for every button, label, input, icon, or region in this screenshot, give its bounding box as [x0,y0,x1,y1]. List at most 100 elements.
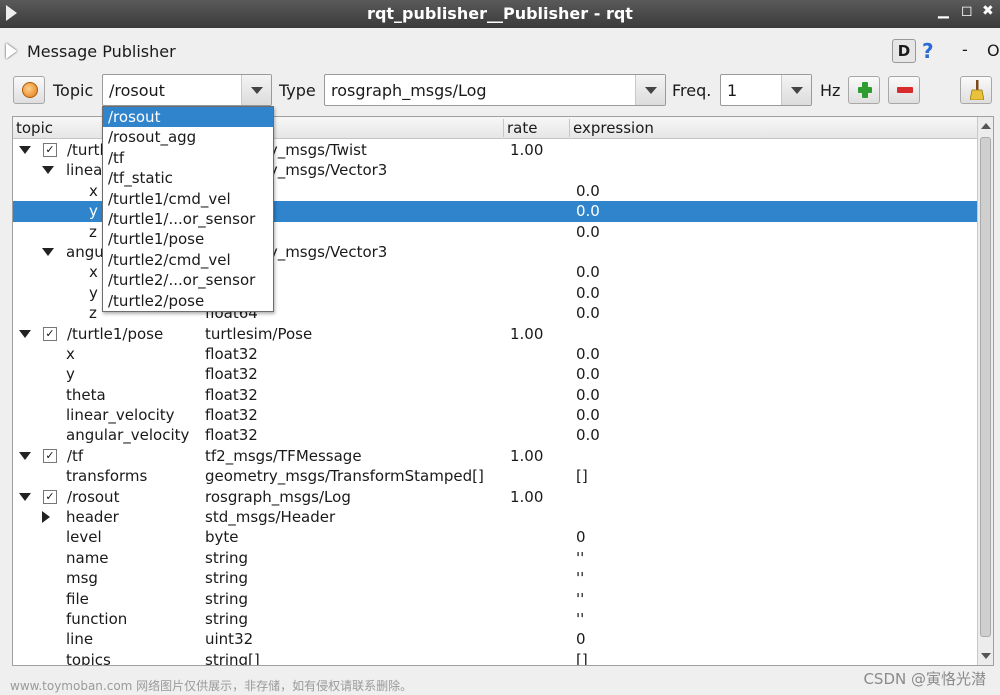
dropdown-option[interactable]: /turtle1/...or_sensor [103,209,273,229]
cell-expression[interactable]: 0.0 [576,202,600,220]
cell-expression[interactable]: 0.0 [576,263,600,281]
cell-expression[interactable]: '' [576,590,584,608]
cell-expression[interactable]: 0.0 [576,426,600,444]
maximize-button[interactable]: ◻ [961,3,973,19]
enable-checkbox[interactable]: ✓ [43,326,57,341]
tree-row[interactable]: name string '' [13,548,978,568]
cell-type: string [205,548,249,567]
enable-checkbox[interactable]: ✓ [43,143,57,157]
tree-row[interactable]: line uint32 0 [13,629,978,649]
type-combobox[interactable]: rosgraph_msgs/Log [324,74,666,106]
cell-expression[interactable]: 0 [576,630,586,648]
watermark-left: www.toymoban.com 网络图片仅供展示，非存储，如有侵权请联系删除。 [10,679,413,693]
tree-row[interactable]: function string '' [13,609,978,629]
cell-expression[interactable]: [] [576,651,588,665]
cell-expression[interactable]: 0 [576,528,586,546]
cell-topic: /turtle1/pose [67,324,164,343]
cell-expression[interactable]: 0.0 [576,386,600,404]
cell-topic: /rosout [67,487,120,506]
expand-arrow-icon[interactable] [19,329,31,338]
freq-combobox[interactable]: 1 [720,74,812,106]
dropdown-option[interactable]: /rosout [103,107,273,128]
plugin-collapse-icon[interactable] [6,43,17,59]
scroll-up-icon[interactable] [981,123,991,129]
tree-row[interactable]: angular_velocity float32 0.0 [13,425,978,445]
cell-rate[interactable]: 1.00 [510,325,543,343]
add-publisher-button[interactable] [848,76,880,104]
dropdown-option[interactable]: /turtle2/pose [103,291,273,311]
freq-label: Freq. [672,81,712,100]
tree-row[interactable]: ✓ /turtle1/pose turtlesim/Pose 1.00 [13,324,978,344]
dropdown-option[interactable]: /rosout_agg [103,127,273,147]
cell-expression[interactable]: 0.0 [576,223,600,241]
header-topic[interactable]: topic [16,119,53,137]
collapsed-arrow-icon[interactable] [42,511,50,524]
header-expression[interactable]: expression [573,119,654,137]
tree-row[interactable]: file string '' [13,589,978,609]
tree-row[interactable]: header std_msgs/Header [13,507,978,527]
tree-row[interactable]: ✓ /tf tf2_msgs/TFMessage 1.00 [13,446,978,466]
close-plugin-button[interactable]: O [987,41,1000,60]
window-titlebar: rqt_publisher__Publisher - rqt ▁ ◻ ✖ [0,0,1000,28]
cell-expression[interactable]: 0.0 [576,365,600,383]
tree-row[interactable]: msg string '' [13,568,978,588]
cell-type: string[] [205,650,260,666]
tree-row[interactable]: level byte 0 [13,527,978,547]
expand-arrow-icon[interactable] [19,451,31,460]
vertical-scrollbar[interactable] [977,117,993,665]
dropdown-option[interactable]: /turtle1/cmd_vel [103,189,273,209]
help-button[interactable]: ? [922,39,934,63]
dropdown-option[interactable]: /turtle2/cmd_vel [103,250,273,270]
cell-rate[interactable]: 1.00 [510,488,543,506]
cell-rate[interactable]: 1.00 [510,141,543,159]
chevron-down-icon[interactable] [781,75,811,105]
window-title: rqt_publisher__Publisher - rqt [367,4,633,23]
remove-publisher-button[interactable] [888,76,920,104]
cell-rate[interactable]: 1.00 [510,447,543,465]
cell-expression[interactable]: '' [576,610,584,628]
topic-combobox[interactable]: /rosout [102,74,272,106]
cell-topic: topics [66,650,111,666]
expand-arrow-icon[interactable] [42,166,54,175]
tree-row[interactable]: topics string[] [] [13,650,978,666]
cell-expression[interactable]: '' [576,549,584,567]
dropdown-option[interactable]: /turtle1/pose [103,229,273,249]
cell-expression[interactable]: 0.0 [576,304,600,322]
enable-checkbox[interactable]: ✓ [43,448,57,463]
enable-checkbox[interactable]: ✓ [43,489,57,504]
cell-expression[interactable]: 0.0 [576,182,600,200]
expand-arrow-icon[interactable] [42,247,54,256]
cell-expression[interactable]: 0.0 [576,406,600,424]
refresh-button[interactable] [13,76,45,104]
cell-topic: level [66,528,102,547]
expand-arrow-icon[interactable] [19,492,31,501]
dock-button[interactable]: D [892,39,916,63]
tree-row[interactable]: transforms geometry_msgs/TransformStamped… [13,466,978,486]
minimize-plugin-button[interactable]: - [962,40,968,59]
cell-type: float32 [205,365,258,384]
header-rate[interactable]: rate [507,119,537,137]
cell-type: tf2_msgs/TFMessage [205,446,362,465]
tree-row[interactable]: theta float32 0.0 [13,385,978,405]
dropdown-option[interactable]: /tf_static [103,168,273,188]
dropdown-option[interactable]: /tf [103,148,273,168]
cell-expression[interactable]: 0.0 [576,345,600,363]
tree-row[interactable]: ✓ /rosout rosgraph_msgs/Log 1.00 [13,487,978,507]
expand-arrow-icon[interactable] [19,146,31,154]
minimize-button[interactable]: ▁ [938,3,949,19]
close-button[interactable]: ✖ [982,3,994,19]
chevron-down-icon[interactable] [241,75,271,105]
cell-expression[interactable]: [] [576,467,588,485]
chevron-down-icon[interactable] [635,75,665,105]
cell-expression[interactable]: 0.0 [576,284,600,302]
scrollbar-thumb[interactable] [980,137,991,637]
tree-row[interactable]: linear_velocity float32 0.0 [13,405,978,425]
tree-row[interactable]: x float32 0.0 [13,344,978,364]
clear-button[interactable] [960,76,992,104]
tree-row[interactable]: y float32 0.0 [13,364,978,384]
scroll-down-icon[interactable] [981,653,991,659]
topic-dropdown-list[interactable]: /rosout/rosout_agg/tf/tf_static/turtle1/… [102,106,274,312]
cell-expression[interactable]: '' [576,569,584,587]
cell-type: float32 [205,344,258,363]
dropdown-option[interactable]: /turtle2/...or_sensor [103,270,273,290]
